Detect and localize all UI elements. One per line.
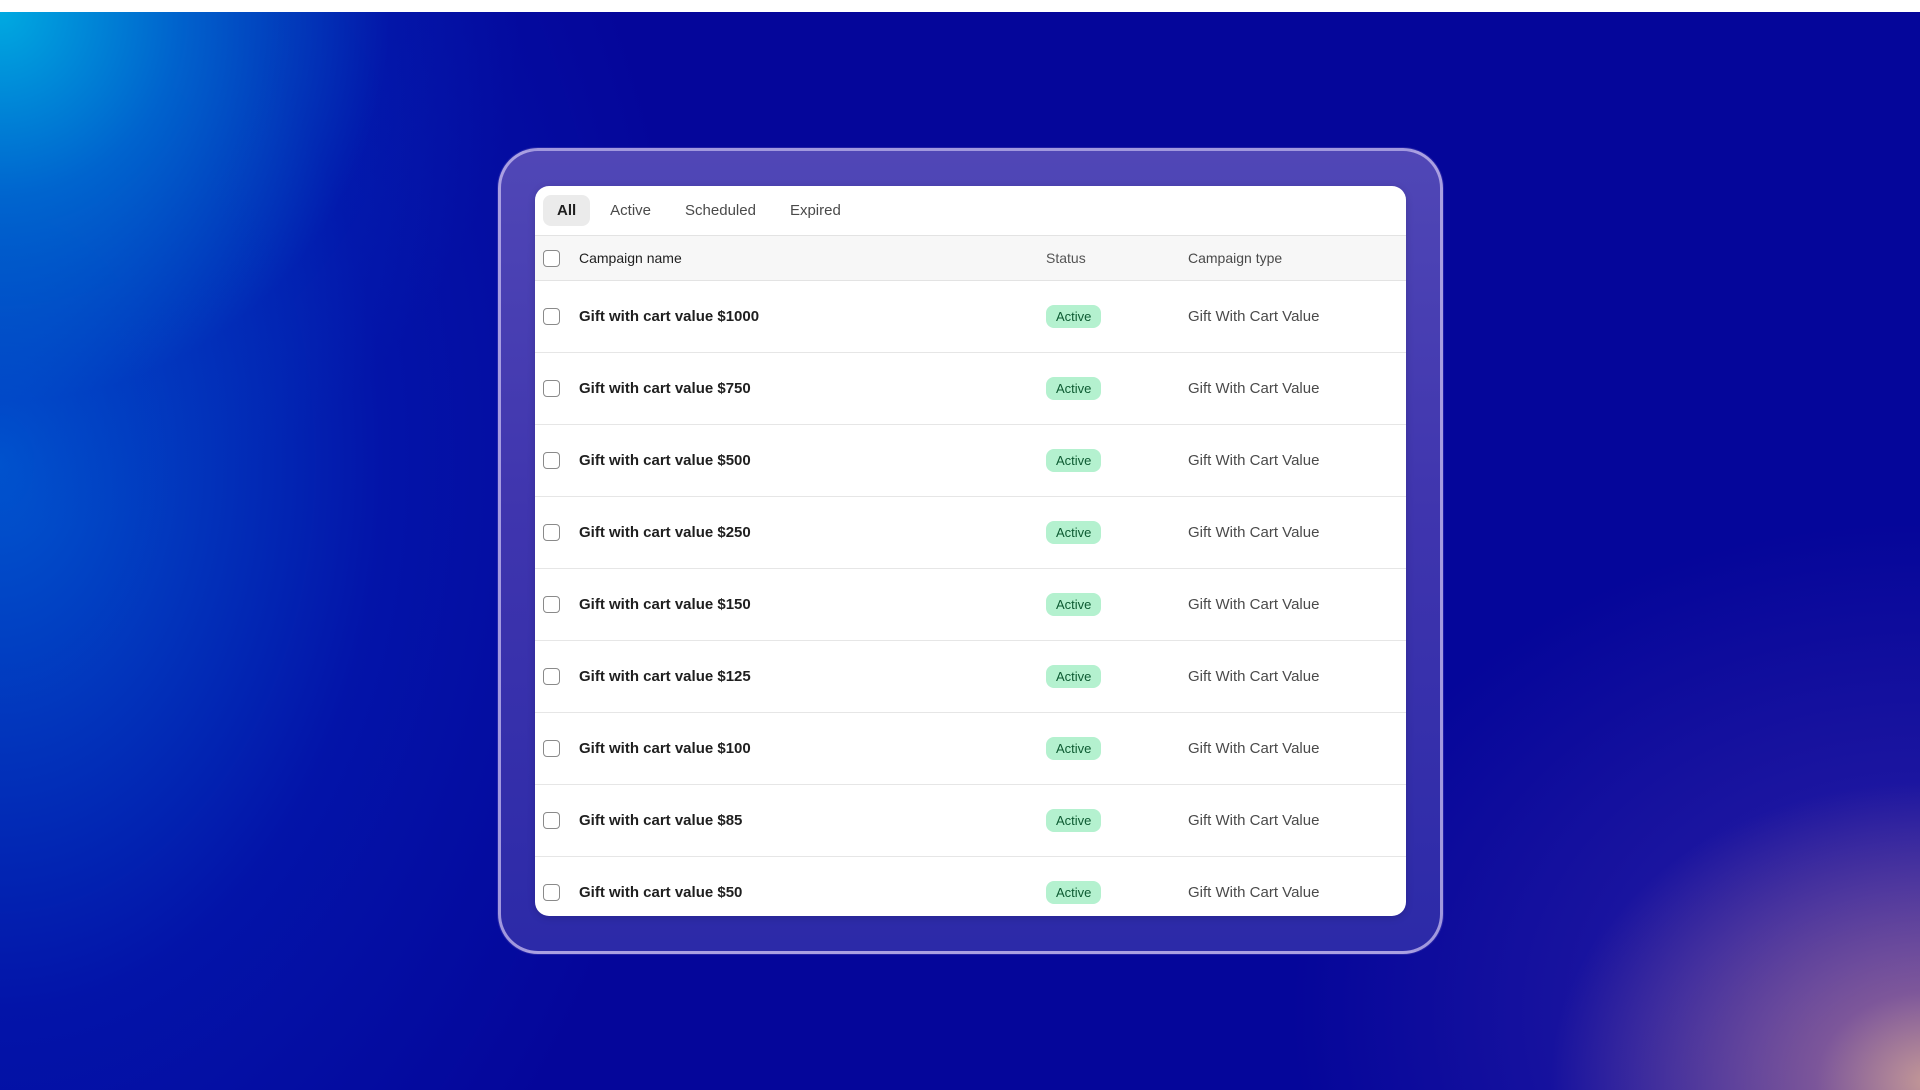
campaign-name[interactable]: Gift with cart value $125 bbox=[579, 668, 1046, 685]
row-select-cell bbox=[535, 380, 579, 397]
tab-expired[interactable]: Expired bbox=[776, 195, 855, 226]
campaign-type: Gift With Cart Value bbox=[1188, 524, 1320, 541]
row-checkbox[interactable] bbox=[543, 308, 560, 325]
status-badge: Active bbox=[1046, 737, 1102, 760]
table-header: Campaign name Status Campaign type bbox=[535, 236, 1406, 281]
table-row[interactable]: Gift with cart value $1000 Active Gift W… bbox=[535, 281, 1406, 353]
row-checkbox[interactable] bbox=[543, 812, 560, 829]
select-all-cell bbox=[535, 249, 579, 267]
status-badge: Active bbox=[1046, 377, 1102, 400]
campaign-type: Gift With Cart Value bbox=[1188, 452, 1320, 469]
row-checkbox[interactable] bbox=[543, 740, 560, 757]
status-cell: Active bbox=[1046, 377, 1188, 400]
campaign-type: Gift With Cart Value bbox=[1188, 308, 1320, 325]
row-select-cell bbox=[535, 524, 579, 541]
status-badge: Active bbox=[1046, 809, 1102, 832]
table-row[interactable]: Gift with cart value $85 Active Gift Wit… bbox=[535, 785, 1406, 857]
status-badge: Active bbox=[1046, 593, 1102, 616]
tab-active[interactable]: Active bbox=[596, 195, 665, 226]
gradient-background: All Active Scheduled Expired Campaign na… bbox=[0, 12, 1920, 1090]
row-select-cell bbox=[535, 596, 579, 613]
status-badge: Active bbox=[1046, 521, 1102, 544]
filter-tabs: All Active Scheduled Expired bbox=[535, 186, 1406, 236]
row-checkbox[interactable] bbox=[543, 668, 560, 685]
status-badge: Active bbox=[1046, 881, 1102, 904]
row-checkbox[interactable] bbox=[543, 596, 560, 613]
status-cell: Active bbox=[1046, 737, 1188, 760]
row-select-cell bbox=[535, 740, 579, 757]
table-row[interactable]: Gift with cart value $250 Active Gift Wi… bbox=[535, 497, 1406, 569]
campaign-type: Gift With Cart Value bbox=[1188, 596, 1320, 613]
campaign-name[interactable]: Gift with cart value $1000 bbox=[579, 308, 1046, 325]
row-checkbox[interactable] bbox=[543, 524, 560, 541]
table-row[interactable]: Gift with cart value $100 Active Gift Wi… bbox=[535, 713, 1406, 785]
campaign-type: Gift With Cart Value bbox=[1188, 740, 1320, 757]
status-cell: Active bbox=[1046, 521, 1188, 544]
campaign-name[interactable]: Gift with cart value $85 bbox=[579, 812, 1046, 829]
status-badge: Active bbox=[1046, 665, 1102, 688]
row-select-cell bbox=[535, 452, 579, 469]
tab-all[interactable]: All bbox=[543, 195, 591, 226]
table-row[interactable]: Gift with cart value $125 Active Gift Wi… bbox=[535, 641, 1406, 713]
campaign-name[interactable]: Gift with cart value $150 bbox=[579, 596, 1046, 613]
campaign-type: Gift With Cart Value bbox=[1188, 884, 1320, 901]
status-badge: Active bbox=[1046, 305, 1102, 328]
campaigns-card: All Active Scheduled Expired Campaign na… bbox=[535, 186, 1406, 916]
row-checkbox[interactable] bbox=[543, 380, 560, 397]
column-header-campaign-name[interactable]: Campaign name bbox=[579, 250, 1046, 266]
status-cell: Active bbox=[1046, 665, 1188, 688]
campaign-type: Gift With Cart Value bbox=[1188, 380, 1320, 397]
status-badge: Active bbox=[1046, 449, 1102, 472]
table-row[interactable]: Gift with cart value $750 Active Gift Wi… bbox=[535, 353, 1406, 425]
row-checkbox[interactable] bbox=[543, 884, 560, 901]
campaign-name[interactable]: Gift with cart value $500 bbox=[579, 452, 1046, 469]
row-select-cell bbox=[535, 884, 579, 901]
campaign-name[interactable]: Gift with cart value $100 bbox=[579, 740, 1046, 757]
row-select-cell bbox=[535, 668, 579, 685]
status-cell: Active bbox=[1046, 881, 1188, 904]
status-cell: Active bbox=[1046, 593, 1188, 616]
campaign-type: Gift With Cart Value bbox=[1188, 668, 1320, 685]
campaign-name[interactable]: Gift with cart value $250 bbox=[579, 524, 1046, 541]
campaign-name[interactable]: Gift with cart value $750 bbox=[579, 380, 1046, 397]
status-cell: Active bbox=[1046, 305, 1188, 328]
row-select-cell bbox=[535, 308, 579, 325]
row-select-cell bbox=[535, 812, 579, 829]
status-cell: Active bbox=[1046, 809, 1188, 832]
table-row[interactable]: Gift with cart value $50 Active Gift Wit… bbox=[535, 857, 1406, 916]
row-checkbox[interactable] bbox=[543, 452, 560, 469]
tab-scheduled[interactable]: Scheduled bbox=[671, 195, 770, 226]
campaign-name[interactable]: Gift with cart value $50 bbox=[579, 884, 1046, 901]
column-header-status[interactable]: Status bbox=[1046, 250, 1188, 266]
select-all-checkbox[interactable] bbox=[543, 249, 560, 267]
status-cell: Active bbox=[1046, 449, 1188, 472]
column-header-campaign-type[interactable]: Campaign type bbox=[1188, 250, 1406, 266]
campaign-type: Gift With Cart Value bbox=[1188, 812, 1320, 829]
table-row[interactable]: Gift with cart value $500 Active Gift Wi… bbox=[535, 425, 1406, 497]
table-row[interactable]: Gift with cart value $150 Active Gift Wi… bbox=[535, 569, 1406, 641]
